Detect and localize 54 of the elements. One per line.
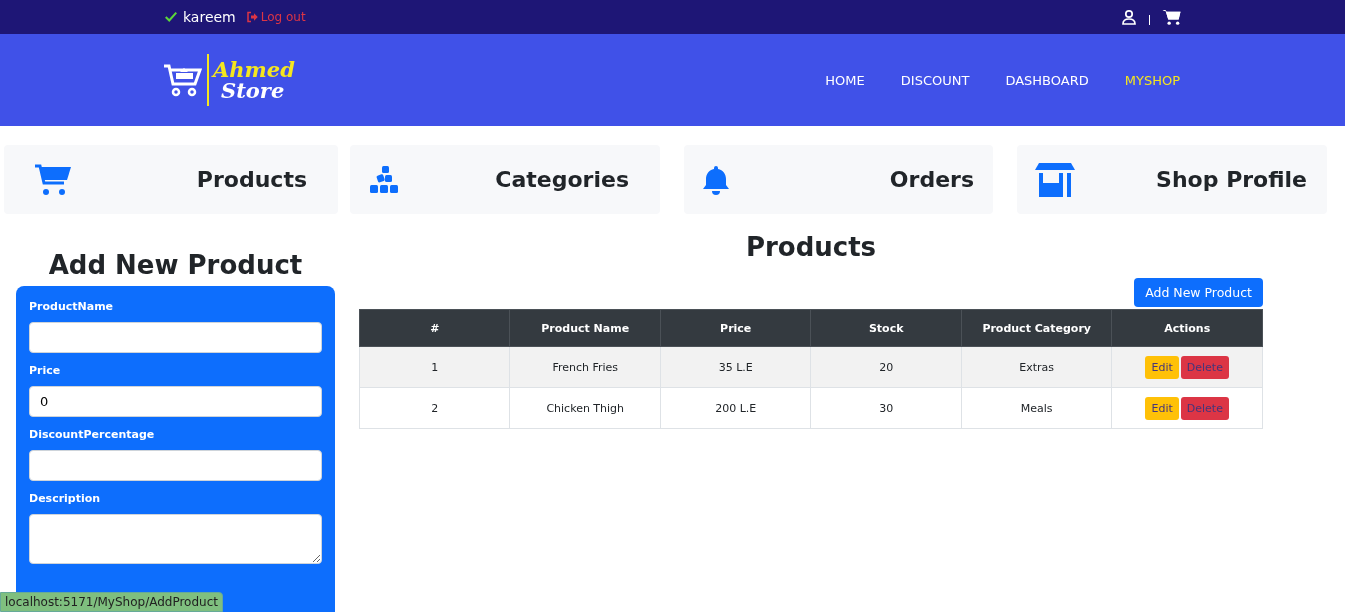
field-label: Price: [29, 364, 62, 377]
status-url: localhost:5171/MyShop/AddProduct: [0, 592, 223, 612]
form-title: Add New Product: [47, 250, 304, 280]
table-cell: 1: [359, 346, 510, 388]
table-cell: Meals: [961, 387, 1112, 429]
nav-link[interactable]: MYSHOP: [1124, 72, 1180, 88]
column-header: Product Name: [510, 309, 661, 347]
username: kareem: [183, 9, 236, 25]
table-cell: Chicken Thigh: [510, 387, 661, 429]
card-title: Categories: [495, 167, 629, 192]
column-header: Price: [660, 309, 811, 347]
add-product-button[interactable]: Add New Product: [1134, 278, 1263, 307]
nav-card[interactable]: Products: [4, 145, 338, 214]
table-cell: French Fries: [510, 346, 661, 388]
bell-icon: [701, 163, 731, 196]
table-cell: 30: [810, 387, 962, 429]
nav-card[interactable]: Categories: [350, 145, 660, 214]
column-header: Product Category: [961, 309, 1112, 347]
field-label: DiscountPercentage: [29, 428, 156, 441]
field-label: ProductName: [29, 300, 115, 313]
nav-card[interactable]: Shop Profile: [1017, 145, 1327, 214]
column-header: Stock: [810, 309, 962, 347]
nav-link[interactable]: DASHBOARD: [1005, 72, 1089, 88]
card-title: Orders: [889, 167, 974, 192]
logout-icon: [245, 11, 259, 23]
logout-link[interactable]: Log out: [245, 10, 306, 24]
card-title: Products: [196, 167, 307, 192]
edit-button[interactable]: Edit: [1145, 355, 1179, 379]
check-icon: [163, 10, 179, 24]
edit-button[interactable]: Edit: [1145, 396, 1179, 420]
card-title: Shop Profile: [1156, 167, 1307, 192]
column-header: Actions: [1111, 309, 1263, 347]
table-cell: 2: [359, 387, 510, 429]
user-icon[interactable]: [1121, 9, 1137, 25]
logo-text: Ahmed: [213, 59, 295, 80]
input-field[interactable]: [29, 322, 322, 353]
cart-icon: [35, 163, 71, 196]
nav-link[interactable]: HOME: [825, 72, 865, 88]
nav-link[interactable]: DISCOUNT: [900, 72, 970, 88]
shop-icon: [1035, 162, 1075, 197]
input-field[interactable]: [29, 450, 322, 481]
blocks-icon: [369, 165, 399, 194]
input-field[interactable]: 0: [29, 386, 322, 417]
column-header: #: [359, 309, 510, 347]
logo-text: Store: [220, 80, 286, 101]
field-label: Description: [29, 492, 102, 505]
cart-icon[interactable]: [1162, 8, 1182, 26]
table-cell: Extras: [961, 346, 1112, 388]
nav-card[interactable]: Orders: [684, 145, 993, 214]
table-cell: 20: [810, 346, 962, 388]
cart-logo-icon[interactable]: [163, 62, 203, 98]
table-cell: 35 L.E: [660, 346, 811, 388]
section-title: Products: [744, 232, 878, 262]
table-cell: 200 L.E: [660, 387, 811, 429]
